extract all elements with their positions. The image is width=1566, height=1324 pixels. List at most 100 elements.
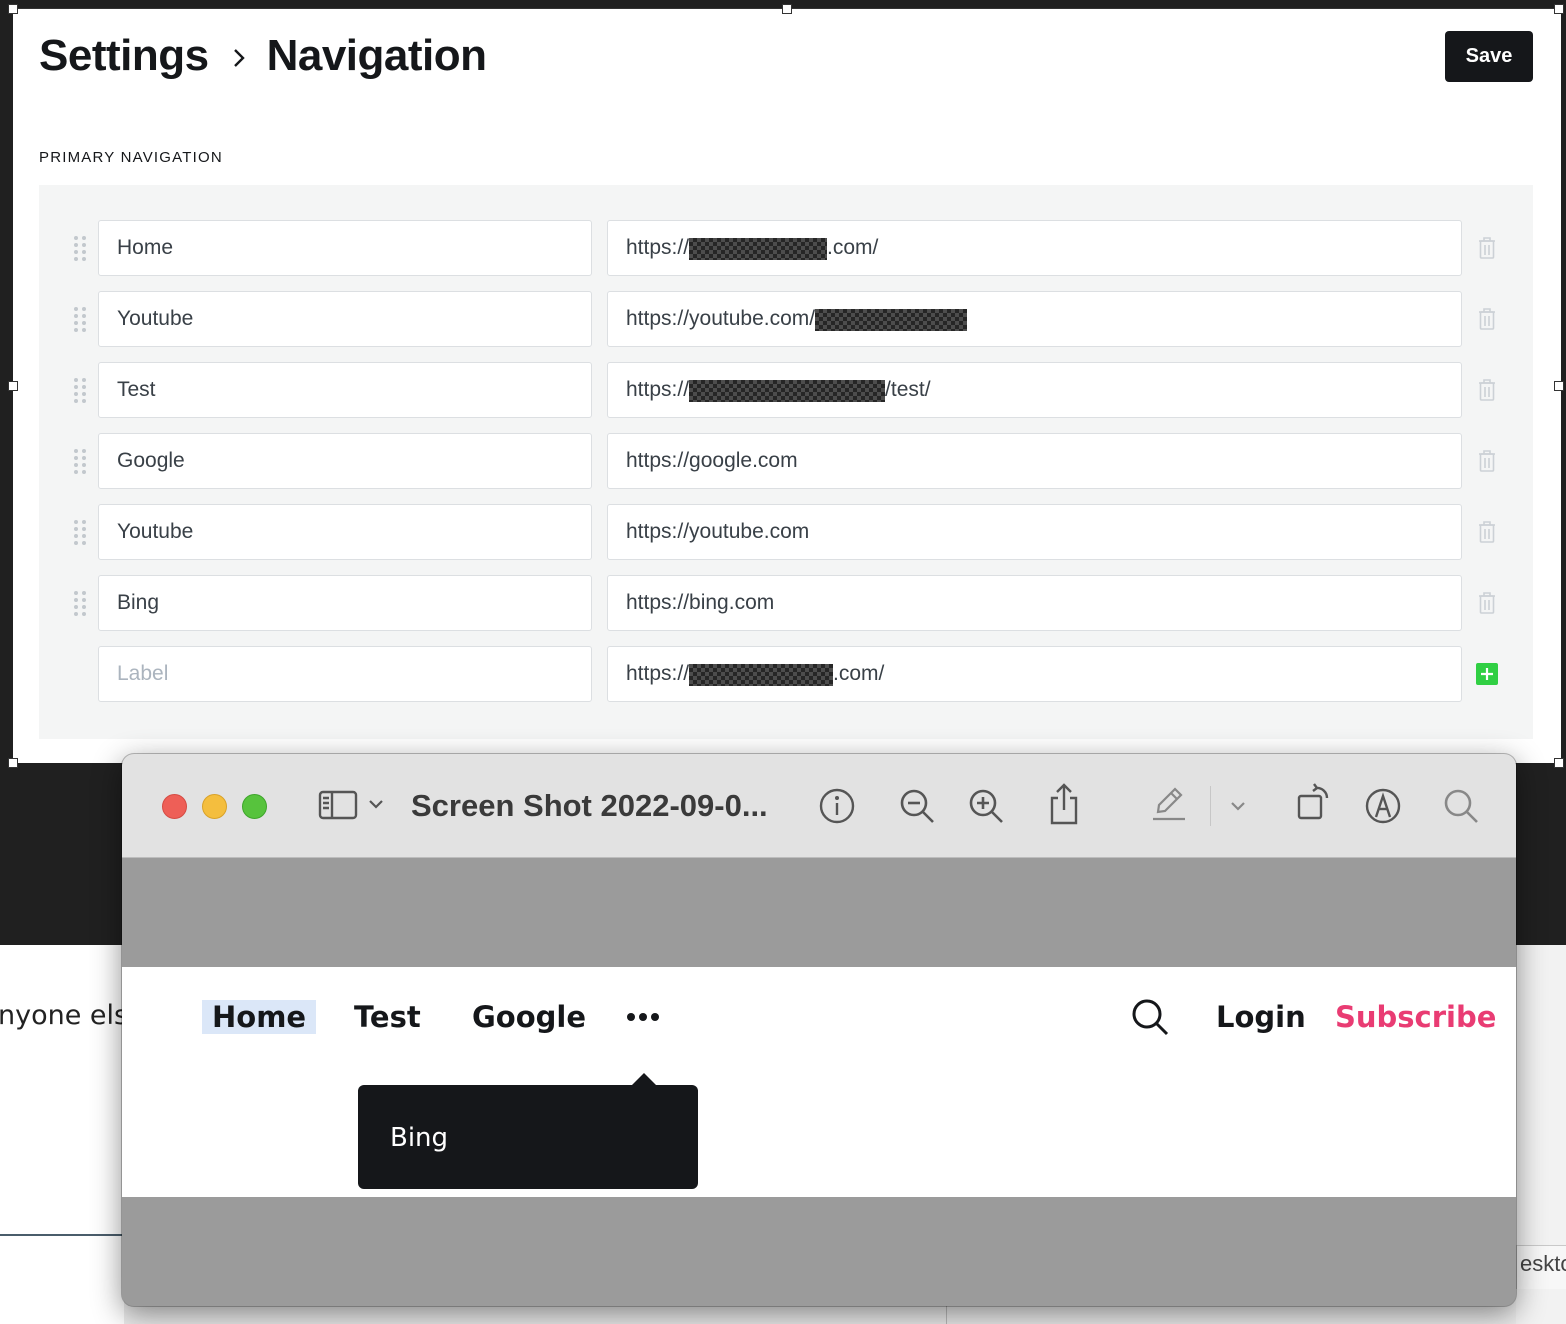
resize-handle[interactable] <box>8 381 18 391</box>
resize-handle[interactable] <box>782 4 792 14</box>
settings-window: Settings Navigation Save PRIMARY NAVIGAT… <box>8 4 1564 768</box>
sidebar-icon[interactable] <box>318 790 358 820</box>
resize-handle[interactable] <box>1554 4 1564 14</box>
markup-pen-icon[interactable] <box>1150 784 1188 822</box>
add-item-button[interactable] <box>1476 663 1498 685</box>
nav-label-value: Youtube <box>117 307 194 330</box>
nav-item-row: Test https:// /test/ <box>39 362 1533 418</box>
resize-handle[interactable] <box>1554 758 1564 768</box>
trash-icon[interactable] <box>1477 236 1497 260</box>
nav-url-value: https://youtube.com <box>626 520 810 543</box>
trash-icon[interactable] <box>1477 449 1497 473</box>
resize-handle[interactable] <box>8 758 18 768</box>
drag-handle-icon[interactable] <box>73 377 87 403</box>
background-right-fragment: eskto <box>1516 945 1566 1324</box>
toolbar-separator <box>1210 786 1211 826</box>
label-placeholder: Label <box>117 662 169 685</box>
nav-url-input[interactable]: https:// /test/ <box>607 362 1462 418</box>
preview-window: Screen Shot 2022-09-0... Home Test Googl… <box>122 754 1516 1306</box>
subscribe-link[interactable]: Subscribe <box>1335 1000 1496 1034</box>
breadcrumb-navigation: Navigation <box>266 31 487 80</box>
chevron-down-icon[interactable] <box>368 798 384 810</box>
zoom-in-icon[interactable] <box>967 787 1005 825</box>
plus-icon <box>1481 668 1493 680</box>
site-nav-home[interactable]: Home <box>202 1000 317 1034</box>
zoom-window-button[interactable] <box>242 794 267 819</box>
nav-url-input[interactable]: https://youtube.com <box>607 504 1462 560</box>
trash-icon[interactable] <box>1477 520 1497 544</box>
nav-label-input[interactable]: Google <box>98 433 592 489</box>
redacted-block <box>689 664 834 686</box>
redacted-block <box>689 380 886 402</box>
nav-label-value: Youtube <box>117 520 194 543</box>
background-divider <box>0 1234 124 1236</box>
navigation-list: Home https:// .com/ Youtube https://youtu… <box>39 185 1533 739</box>
nav-item-row: Youtube https://youtube.com/ <box>39 291 1533 347</box>
nav-item-row: Google https://google.com <box>39 433 1533 489</box>
nav-label-input[interactable]: Home <box>98 220 592 276</box>
dropdown-item-bing[interactable]: Bing <box>390 1123 448 1153</box>
drag-handle-icon[interactable] <box>73 590 87 616</box>
site-nav-test[interactable]: Test <box>354 1000 421 1034</box>
background-text-fragment: nyone els <box>0 1000 129 1031</box>
new-label-input[interactable]: Label <box>98 646 592 702</box>
drag-handle-icon[interactable] <box>73 306 87 332</box>
minimize-window-button[interactable] <box>202 794 227 819</box>
annotate-icon[interactable] <box>1364 787 1402 825</box>
trash-icon[interactable] <box>1477 307 1497 331</box>
background-button-text: eskto <box>1520 1251 1566 1276</box>
drag-handle-icon[interactable] <box>73 235 87 261</box>
redacted-block <box>815 309 968 331</box>
new-url-input[interactable]: https:// .com/ <box>607 646 1462 702</box>
save-button[interactable]: Save <box>1445 31 1533 82</box>
nav-label-input[interactable]: Bing <box>98 575 592 631</box>
login-link[interactable]: Login <box>1216 1000 1306 1034</box>
nav-url-input[interactable]: https://bing.com <box>607 575 1462 631</box>
trash-icon[interactable] <box>1477 378 1497 402</box>
nav-url-value: https://google.com <box>626 449 798 472</box>
nav-url-input[interactable]: https:// .com/ <box>607 220 1462 276</box>
nav-url-value: https://bing.com <box>626 591 775 614</box>
nav-label-value: Bing <box>117 591 160 614</box>
site-nav-google[interactable]: Google <box>472 1000 586 1034</box>
nav-label-value: Home <box>117 236 174 259</box>
nav-label-input[interactable]: Test <box>98 362 592 418</box>
new-nav-item-row: Label https:// .com/ <box>39 646 1533 702</box>
nav-url-suffix: .com/ <box>827 236 879 259</box>
share-icon[interactable] <box>1048 782 1080 826</box>
site-search-icon[interactable] <box>1130 997 1170 1037</box>
nav-url-input[interactable]: https://youtube.com/ <box>607 291 1462 347</box>
nav-item-row: Youtube https://youtube.com <box>39 504 1533 560</box>
resize-handle[interactable] <box>8 4 18 14</box>
info-icon[interactable] <box>818 787 856 825</box>
drag-handle-icon[interactable] <box>73 448 87 474</box>
nav-url-suffix: /test/ <box>885 378 931 401</box>
nav-url-input[interactable]: https://google.com <box>607 433 1462 489</box>
resize-handle[interactable] <box>1554 381 1564 391</box>
rotate-icon[interactable] <box>1294 782 1334 822</box>
window-title: Screen Shot 2022-09-0... <box>411 788 768 823</box>
nav-url-prefix: https:// <box>626 236 690 259</box>
search-icon[interactable] <box>1442 787 1480 825</box>
chevron-down-icon[interactable] <box>1230 800 1246 812</box>
nav-label-input[interactable]: Youtube <box>98 291 592 347</box>
zoom-out-icon[interactable] <box>898 787 936 825</box>
nav-label-value: Google <box>117 449 185 472</box>
more-dropdown-menu: Bing <box>358 1073 698 1189</box>
redacted-block <box>689 238 828 260</box>
nav-url-prefix: https:// <box>626 378 690 401</box>
drag-handle-icon[interactable] <box>73 519 87 545</box>
nav-item-row: Bing https://bing.com <box>39 575 1533 631</box>
chevron-right-icon <box>233 49 245 67</box>
nav-item-row: Home https:// .com/ <box>39 220 1533 276</box>
close-window-button[interactable] <box>162 794 187 819</box>
more-menu-icon[interactable] <box>625 1011 661 1023</box>
nav-url-prefix: https://youtube.com/ <box>626 307 816 330</box>
window-titlebar[interactable]: Screen Shot 2022-09-0... <box>122 754 1516 858</box>
trash-icon[interactable] <box>1477 591 1497 615</box>
nav-url-prefix: https:// <box>626 662 690 685</box>
site-header-preview: Home Test Google Login Subscribe Bing <box>122 967 1516 1197</box>
breadcrumb-settings[interactable]: Settings <box>39 31 209 81</box>
nav-label-input[interactable]: Youtube <box>98 504 592 560</box>
background-document-fragment: nyone els <box>0 945 128 1324</box>
